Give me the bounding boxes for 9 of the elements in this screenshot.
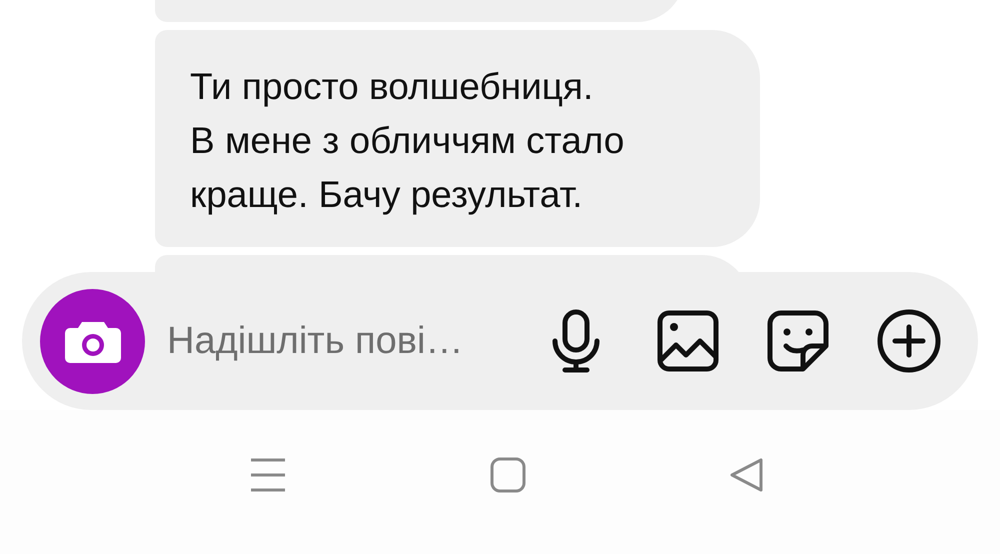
- microphone-icon[interactable]: [551, 309, 601, 373]
- message-text: Ти просто волшебниця. В мене з обличчям стало краще. Бачу результат.: [190, 65, 626, 217]
- add-icon[interactable]: [877, 309, 941, 373]
- menu-icon[interactable]: [250, 458, 286, 492]
- home-icon[interactable]: [490, 457, 526, 493]
- message-field[interactable]: Надішліть пові…: [167, 320, 537, 362]
- image-icon[interactable]: [657, 310, 719, 372]
- back-icon[interactable]: [729, 457, 765, 493]
- sticker-icon[interactable]: [767, 310, 829, 372]
